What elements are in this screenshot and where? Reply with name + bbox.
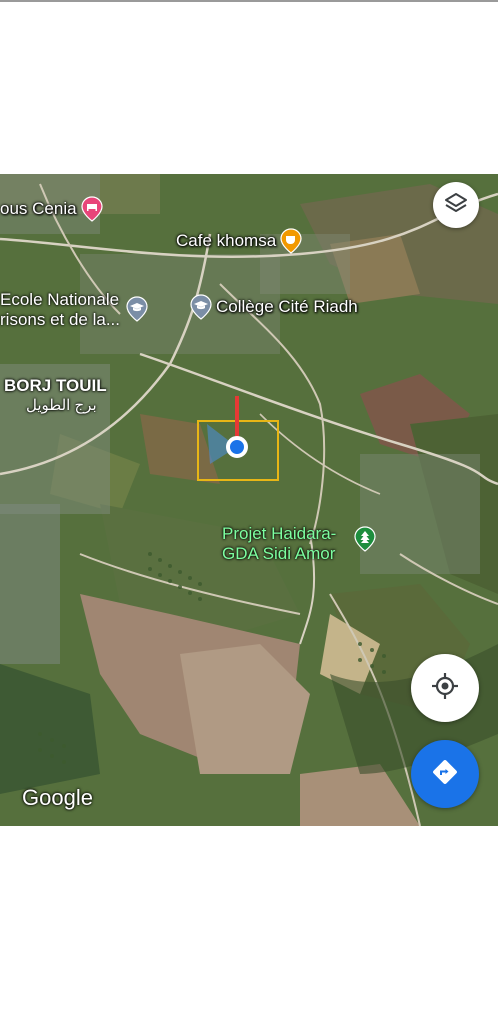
directions-button[interactable] bbox=[411, 740, 479, 808]
place-school-ecole-label-line1: Ecole Nationale bbox=[0, 290, 120, 309]
school-pin-icon bbox=[126, 296, 148, 322]
place-park[interactable]: Projet Haidara- GDA Sidi Amor bbox=[222, 524, 376, 564]
place-hotel-label: ous Cenia bbox=[0, 199, 77, 218]
directions-icon bbox=[431, 758, 459, 791]
my-location-button[interactable] bbox=[411, 654, 479, 722]
top-divider bbox=[0, 0, 498, 2]
my-location-icon bbox=[431, 672, 459, 705]
cafe-pin-icon bbox=[280, 228, 302, 254]
area-label-arabic: برج الطويل bbox=[26, 397, 97, 414]
park-pin-icon bbox=[354, 526, 376, 552]
place-school-ecole[interactable]: Ecole Nationale risons et de la... bbox=[0, 290, 148, 330]
place-cafe-label: Cafe khomsa bbox=[176, 231, 277, 250]
place-college-label: Collège Cité Riadh bbox=[216, 297, 358, 316]
school-pin-icon bbox=[190, 294, 212, 320]
user-location-marker bbox=[207, 396, 248, 464]
place-college[interactable]: Collège Cité Riadh bbox=[190, 294, 358, 320]
place-park-label-line2: GDA Sidi Amor bbox=[222, 544, 336, 563]
hotel-pin-icon bbox=[80, 196, 103, 222]
area-label: BORJ TOUIL bbox=[4, 376, 107, 395]
place-cafe[interactable]: Cafe khomsa bbox=[176, 228, 302, 254]
place-park-label-line1: Projet Haidara- bbox=[222, 524, 337, 543]
place-hotel[interactable]: ous Cenia bbox=[0, 196, 103, 222]
satellite-imagery bbox=[0, 174, 498, 826]
google-logo: Google bbox=[22, 785, 93, 810]
satellite-map[interactable]: ous Cenia Cafe khomsa Ecole Nationale ri… bbox=[0, 174, 498, 826]
layers-icon bbox=[444, 191, 468, 220]
place-school-ecole-label-line2: risons et de la... bbox=[0, 310, 121, 329]
layers-button[interactable] bbox=[433, 182, 479, 228]
